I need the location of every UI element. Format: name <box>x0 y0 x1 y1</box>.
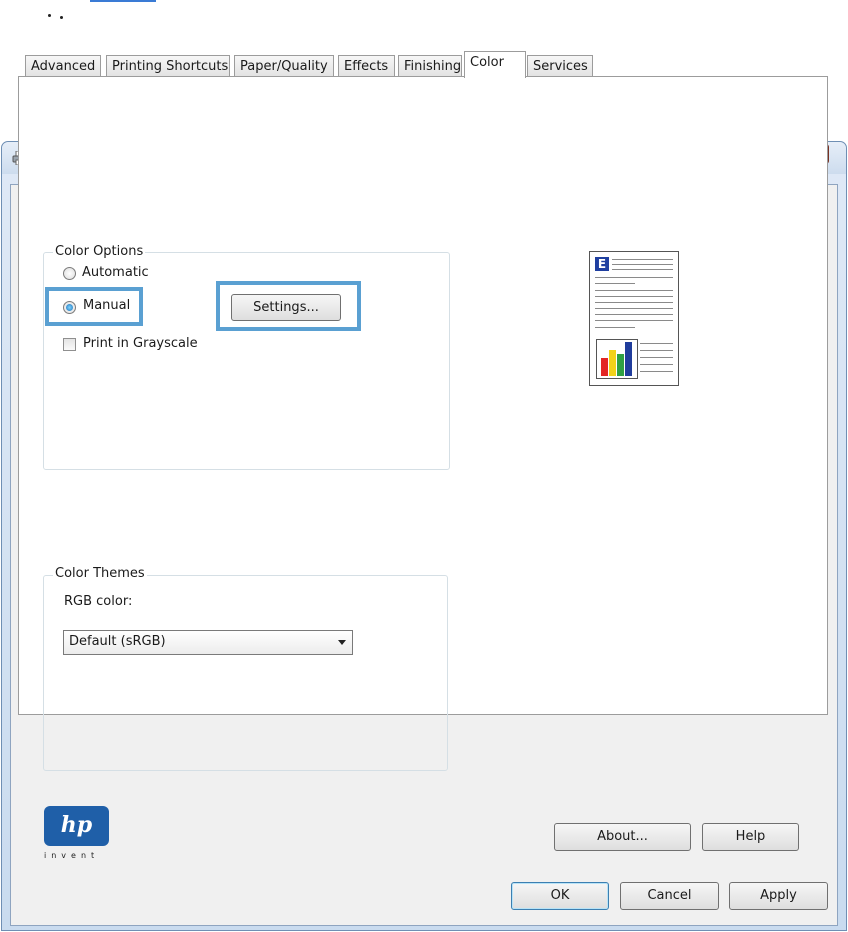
tab-paper-quality[interactable]: Paper/Quality <box>234 55 334 77</box>
apply-button[interactable]: Apply <box>729 882 828 910</box>
manual-radio[interactable] <box>63 301 76 314</box>
preview-bar-chart-icon <box>596 339 638 379</box>
cancel-button[interactable]: Cancel <box>620 882 719 910</box>
preview-bar <box>601 358 608 376</box>
rgb-color-value: Default (sRGB) <box>69 634 166 649</box>
color-options-legend: Color Options <box>53 244 146 259</box>
tab-color[interactable]: Color <box>464 51 526 78</box>
manual-label: Manual <box>83 298 131 313</box>
color-themes-legend: Color Themes <box>53 566 147 581</box>
tab-advanced[interactable]: Advanced <box>25 55 101 77</box>
top-link-underline-1 <box>90 0 156 2</box>
automatic-radio[interactable] <box>63 267 76 280</box>
tab-finishing[interactable]: Finishing <box>398 55 462 77</box>
preview-bar <box>609 350 616 376</box>
tab-services[interactable]: Services <box>527 55 593 77</box>
hp-logo: hp <box>44 806 109 846</box>
grayscale-label: Print in Grayscale <box>83 336 198 351</box>
stray-dot <box>60 16 63 19</box>
rgb-color-label: RGB color: <box>64 594 133 609</box>
grayscale-checkbox[interactable] <box>63 338 76 351</box>
tab-effects[interactable]: Effects <box>338 55 395 77</box>
help-button[interactable]: Help <box>702 823 799 851</box>
preview-bar <box>625 342 632 376</box>
stray-dot <box>48 14 51 17</box>
about-button[interactable]: About... <box>554 823 691 851</box>
ok-button[interactable]: OK <box>511 882 609 910</box>
preview-bar <box>617 354 624 376</box>
color-preview-page: E <box>589 251 679 386</box>
chevron-down-icon <box>338 640 346 645</box>
preview-letter: E <box>595 257 609 271</box>
tab-printing-shortcuts[interactable]: Printing Shortcuts <box>106 55 230 77</box>
settings-button[interactable]: Settings... <box>231 294 341 321</box>
rgb-color-select[interactable]: Default (sRGB) <box>63 630 353 655</box>
automatic-label: Automatic <box>82 265 148 280</box>
hp-invent-tagline: invent <box>44 851 100 860</box>
